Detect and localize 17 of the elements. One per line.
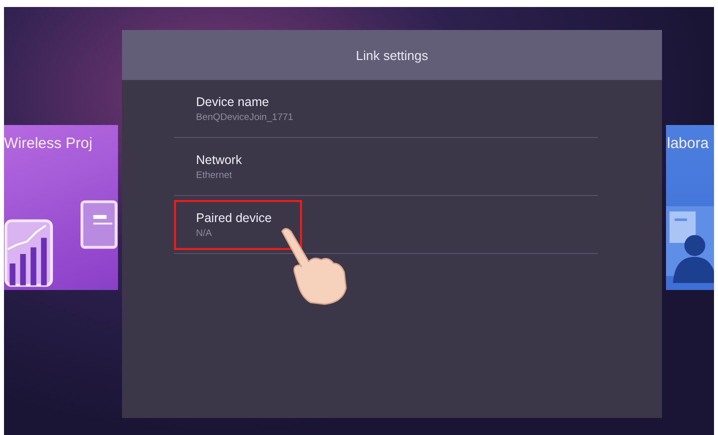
settings-row[interactable]: Device name BenQDeviceJoin_1771: [174, 80, 598, 138]
setting-value: N/A: [196, 228, 213, 238]
chart-bar: [41, 238, 47, 286]
setting-value: Ethernet: [196, 170, 233, 180]
chart-bar: [10, 264, 16, 286]
setting-label: Network: [196, 152, 242, 166]
chart-bar: [30, 247, 36, 286]
chart-bar: [20, 254, 26, 286]
dialog-title: Link settings: [356, 48, 428, 62]
trend-line: [7, 224, 46, 250]
setting-label: Device name: [196, 94, 270, 108]
monitor-icon: [80, 200, 118, 249]
setting-value: BenQDeviceJoin_1771: [196, 112, 294, 122]
setting-label: Paired device: [196, 210, 272, 224]
card-title: labora: [667, 134, 710, 152]
card-title: Wireless Proj: [4, 134, 94, 152]
settings-row[interactable]: Network Ethernet: [174, 138, 598, 196]
